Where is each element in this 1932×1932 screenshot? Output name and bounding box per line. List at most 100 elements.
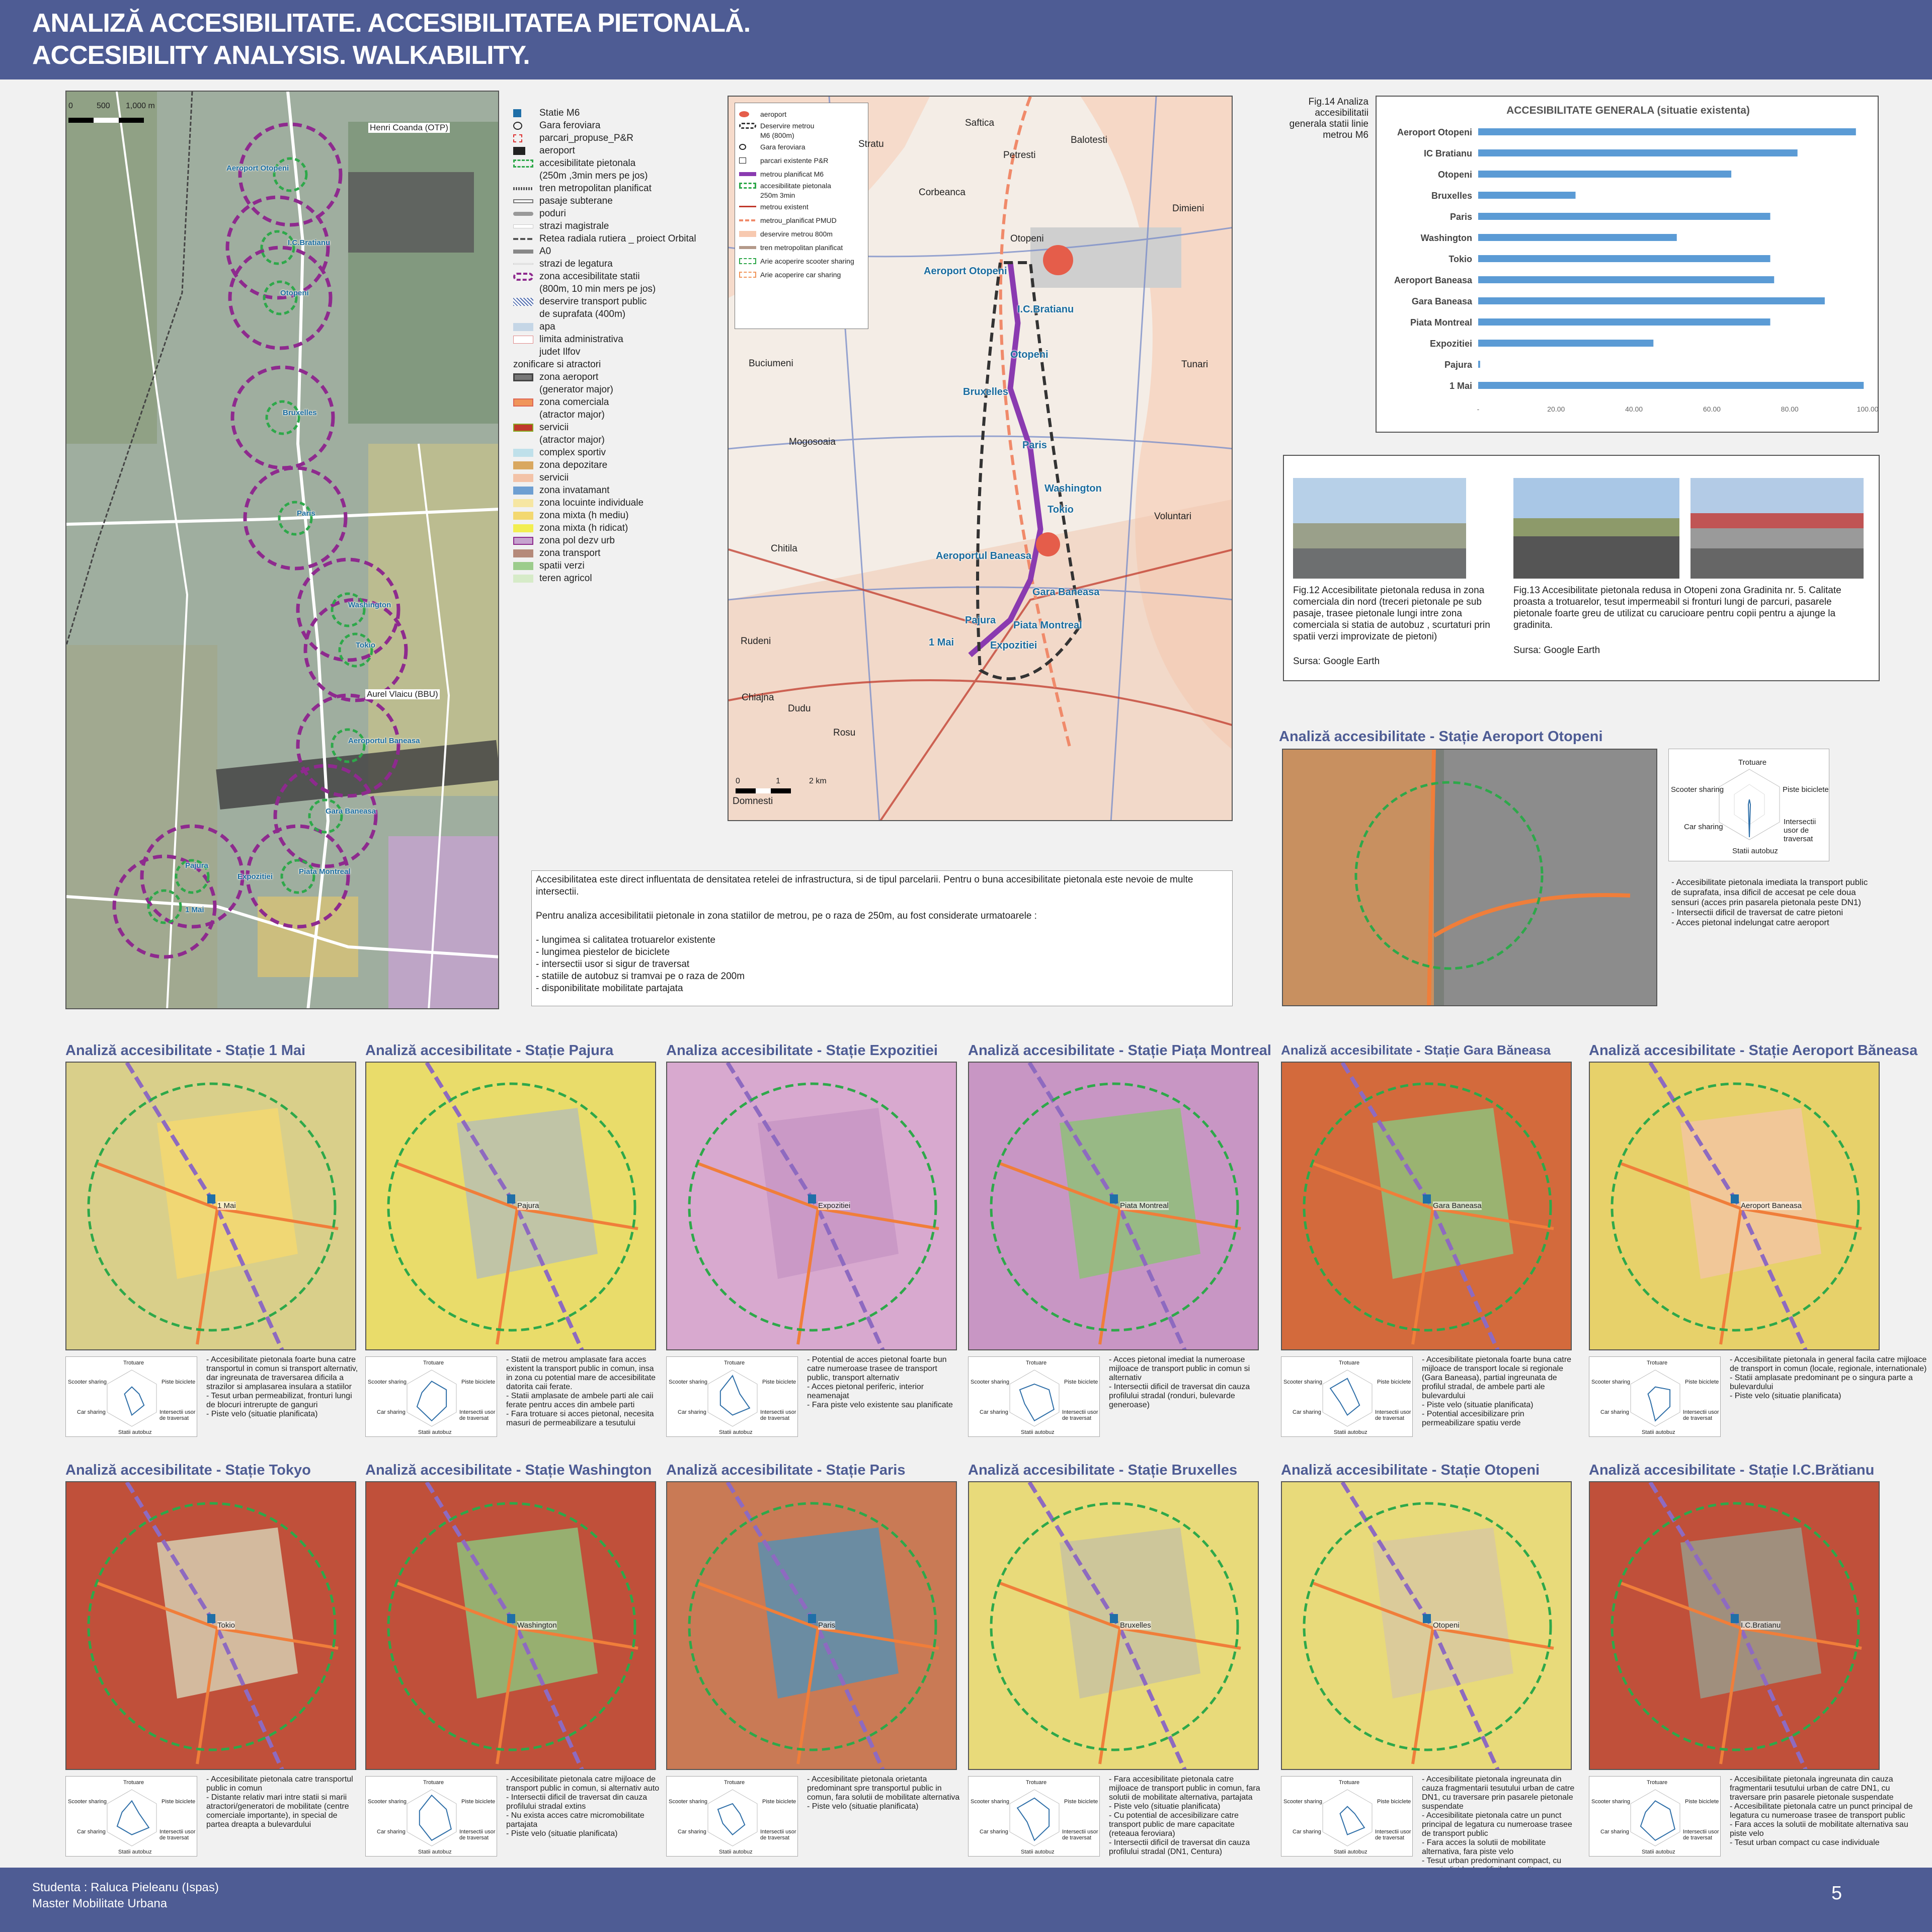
station-title: Analiză accesibilitate - Stație Tokyo <box>65 1462 311 1478</box>
chart-bar <box>1478 213 1770 220</box>
legend-item: aeroport <box>539 145 575 156</box>
accessibility-bar-chart: ACCESIBILITATE GENERALA (situatie existe… <box>1376 96 1879 433</box>
radar-label: Intersectii usor de traversat <box>459 1829 496 1841</box>
station-map[interactable]: I.C.Bratianu <box>1589 1481 1880 1770</box>
c-legend-item: tren metropolitan planificat <box>760 243 843 252</box>
note-item: - Fara trotuare si acces pietonal, neces… <box>506 1410 654 1427</box>
intro-item: - disponibilitate mobilitate partajata <box>536 983 683 994</box>
cm-station-9: Gara Baneasa <box>1032 587 1100 598</box>
intro-p1: Accesibilitatea este direct influentata … <box>536 874 1193 897</box>
big-station-map[interactable] <box>1282 749 1657 1006</box>
chart-category-label: Otopeni <box>1438 170 1472 180</box>
station-map-canvas <box>1282 1482 1571 1769</box>
station-map[interactable]: Tokio <box>65 1481 356 1770</box>
fig13-source: Sursa: Google Earth <box>1513 645 1600 656</box>
legend-item: tren metropolitan planificat <box>539 183 652 194</box>
lm-station-5: Paris <box>297 509 315 518</box>
station-map[interactable]: Otopeni <box>1281 1481 1572 1770</box>
legend-item: zona mixta (h ridicat) <box>539 522 628 533</box>
note-item: - Accesibilitate pietonala catre mijloac… <box>506 1775 660 1793</box>
note-item: - Acces pietonal indelungat catre aeropo… <box>1671 918 1829 927</box>
radar-label: Statii autobuz <box>719 1849 753 1855</box>
station-map-canvas <box>1590 1063 1879 1349</box>
metro-station-icon <box>1423 1194 1431 1203</box>
station-map[interactable]: Paris <box>666 1481 957 1770</box>
note-item: - Piste velo (situatie planificata) <box>1730 1392 1841 1400</box>
station-title: Analiză accesibilitate - Stație Washingt… <box>365 1462 652 1478</box>
cm-station-11: Pajura <box>965 615 996 626</box>
note-item: - Piste velo (situatie planificata) <box>1422 1401 1534 1409</box>
radar-label: Car sharing <box>678 1829 706 1835</box>
radar-label: Trotuare <box>1026 1360 1047 1366</box>
airport-otp-label: Henri Coanda (OTP) <box>368 123 450 133</box>
cm-scale-2: 2 km <box>809 777 827 785</box>
c-legend-item: Deservire metrou <box>760 122 815 130</box>
note-item: - Intersectii dificil de traversat din c… <box>1109 1383 1250 1409</box>
station-map[interactable]: 1 Mai <box>65 1062 356 1350</box>
chart-category-label: Bruxelles <box>1431 191 1472 201</box>
chart-x-tick: - <box>1477 405 1480 413</box>
legend-item: zonificare si atractori <box>513 359 601 370</box>
radar-label: Statii autobuz <box>418 1849 452 1855</box>
station-title: Analiză accesibilitate - Stație Bruxelle… <box>968 1462 1238 1478</box>
fig12-source: Sursa: Google Earth <box>1293 656 1380 667</box>
place-balotesti: Balotesti <box>1071 135 1107 145</box>
station-map[interactable]: Pajura <box>365 1062 656 1350</box>
fig14-caption: Fig.14 Analiza accesibilitatii generala … <box>1289 97 1369 140</box>
station-map-label: Bruxelles <box>1120 1621 1151 1630</box>
station-notes: - Accesibilitate pietonala catre transpo… <box>206 1775 360 1829</box>
radar-label: Scooter sharing <box>68 1799 107 1805</box>
station-map[interactable]: Expozitiei <box>666 1062 957 1350</box>
page-number: 5 <box>1831 1883 1842 1904</box>
cm-station-10: Piata Montreal <box>1013 620 1082 631</box>
radar-label: Statii autobuz <box>719 1429 753 1435</box>
scale-1000: 1,000 m <box>126 102 155 110</box>
chart-bar <box>1478 192 1576 199</box>
station-map[interactable]: Gara Baneasa <box>1281 1062 1572 1350</box>
station-radar: Trotuare Piste biciclete Intersectii usor … <box>365 1356 497 1437</box>
left-map-canvas <box>66 92 498 1008</box>
station-notes: - Accesibilitate pietonala in general fa… <box>1730 1355 1927 1401</box>
radar-label: Piste biciclete <box>461 1379 496 1385</box>
radar-label: Piste biciclete <box>1685 1379 1719 1385</box>
radar-label: Scooter sharing <box>1283 1799 1323 1805</box>
radar-label: Intersectii usor de traversat <box>1683 1409 1719 1421</box>
station-map[interactable]: Piata Montreal <box>968 1062 1259 1350</box>
legend-item: parcari_propuse_P&R <box>539 132 633 143</box>
center-map-legend: aeroport Deservire metrou M6 (800m) Gara… <box>735 103 868 329</box>
place-tunari: Tunari <box>1181 359 1209 370</box>
left-zoning-map[interactable]: 0 500 1,000 m Henri Coanda (OTP) Aurel V… <box>65 91 499 1009</box>
lm-station-7: Tokio <box>356 641 375 650</box>
radar-label: Statii autobuz <box>1642 1429 1675 1435</box>
station-map[interactable]: Bruxelles <box>968 1481 1259 1770</box>
station-map[interactable]: Aeroport Baneasa <box>1589 1062 1880 1350</box>
note-item: - Tesut urban permeabilizat, fronturi lu… <box>206 1392 352 1409</box>
station-map[interactable]: Washington <box>365 1481 656 1770</box>
legend-item: zona aeroport <box>539 371 599 382</box>
c-legend-item: 250m 3min <box>760 191 795 199</box>
chart-bar <box>1478 318 1770 326</box>
note-item: - Statii amplasate predominant pe o sing… <box>1730 1374 1913 1391</box>
lm-station-6: Washington <box>348 601 391 609</box>
note-item: - Fara acces la solutii de mobilitate al… <box>1422 1838 1546 1856</box>
chart-category-label: Aeroport Otopeni <box>1397 127 1472 137</box>
note-item: - Intersectii dificil de traversat de ca… <box>1671 908 1843 917</box>
metro-station-icon <box>1731 1194 1739 1203</box>
cm-station-1: Aeroport Otopeni <box>924 266 1007 277</box>
radar-label: Statii autobuz <box>118 1849 152 1855</box>
station-radar: Trotuare Piste biciclete Intersectii usor … <box>1281 1356 1413 1437</box>
center-metro-map[interactable]: aeroport Deservire metrou M6 (800m) Gara… <box>728 96 1233 821</box>
radar-label-trotuare: Trotuare <box>1738 758 1767 767</box>
radar-label: Intersectii usor de traversat <box>760 1829 796 1841</box>
metro-station-icon <box>207 1614 215 1623</box>
station-map-canvas <box>969 1482 1258 1769</box>
station-map-label: Pajura <box>517 1201 539 1210</box>
station-map-canvas <box>366 1063 655 1349</box>
radar-label-piste: Piste biciclete <box>1783 785 1829 794</box>
chart-bar <box>1478 340 1654 347</box>
radar-label: Car sharing <box>77 1409 106 1415</box>
big-station-radar: Trotuare Piste biciclete Intersectii uso… <box>1668 749 1829 861</box>
station-map-label: Otopeni <box>1433 1621 1460 1630</box>
radar-label: Intersectii usor de traversat <box>159 1409 196 1421</box>
chart-category-label: 1 Mai <box>1450 381 1472 391</box>
